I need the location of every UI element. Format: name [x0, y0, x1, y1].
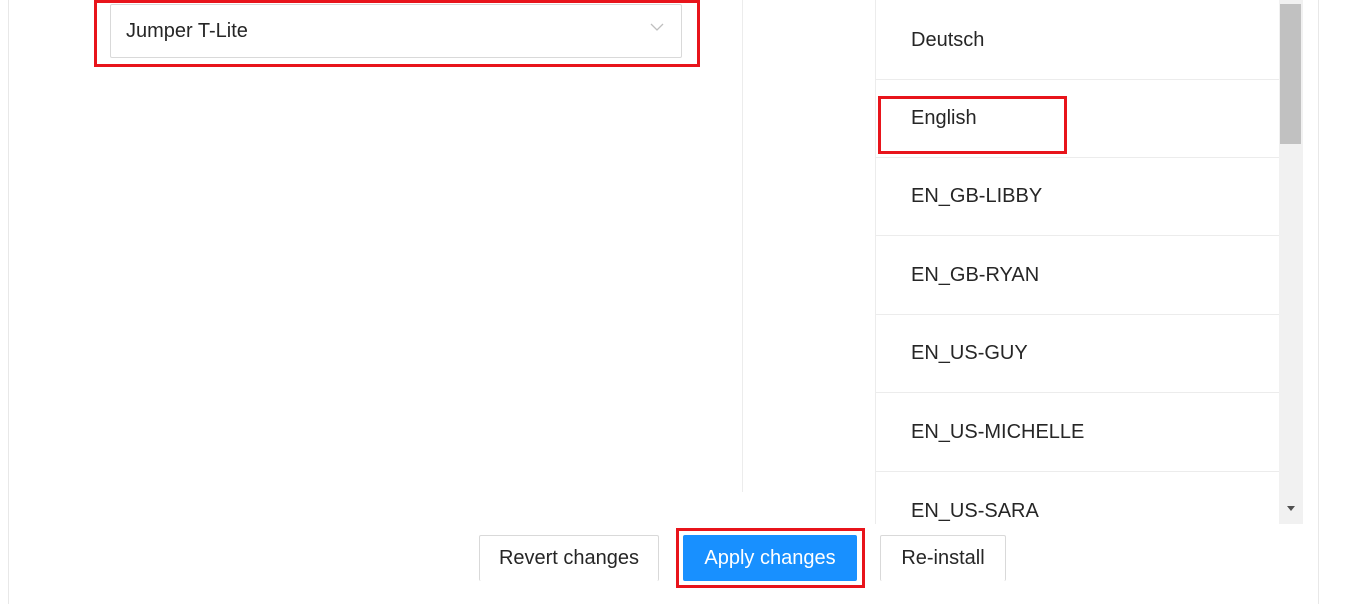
apply-changes-button[interactable]: Apply changes — [683, 535, 857, 581]
scrollbar-thumb[interactable] — [1280, 4, 1301, 144]
revert-changes-label: Revert changes — [498, 547, 640, 569]
radio-model-select[interactable]: Jumper T-Lite — [110, 4, 682, 58]
language-list[interactable]: Deutsch English EN_GB-LIBBY EN_GB-RYAN E… — [875, 0, 1279, 524]
apply-changes-label: Apply changes — [704, 546, 836, 569]
list-item-label: EN_GB-RYAN — [911, 264, 1040, 286]
list-item-label: EN_US-GUY — [911, 342, 1028, 364]
list-item-label: Deutsch — [911, 29, 985, 51]
panel-right-border — [1318, 0, 1319, 604]
list-item-en-us-michelle[interactable]: EN_US-MICHELLE — [876, 394, 1279, 472]
chevron-down-icon — [650, 23, 664, 31]
column-divider — [742, 0, 743, 492]
revert-changes-button[interactable]: Revert changes — [479, 535, 659, 581]
list-item-deutsch[interactable]: Deutsch — [876, 2, 1279, 80]
reinstall-button[interactable]: Re-install — [880, 535, 1006, 581]
panel-left-border — [8, 0, 9, 604]
scroll-down-arrow-icon[interactable] — [1285, 502, 1297, 514]
list-item-en-gb-ryan[interactable]: EN_GB-RYAN — [876, 237, 1279, 315]
list-item-label: EN_US-SARA — [911, 500, 1039, 522]
list-item-english[interactable]: English — [876, 80, 1279, 158]
list-item-en-us-guy[interactable]: EN_US-GUY — [876, 315, 1279, 393]
reinstall-label: Re-install — [901, 547, 985, 569]
page: Jumper T-Lite Deutsch English EN_GB-LIBB… — [0, 0, 1351, 604]
list-item-en-gb-libby[interactable]: EN_GB-LIBBY — [876, 158, 1279, 236]
list-item-label: EN_US-MICHELLE — [911, 421, 1085, 443]
list-item-label: English — [911, 107, 977, 129]
list-item-en-us-sara[interactable]: EN_US-SARA — [876, 473, 1279, 524]
list-item-label: EN_GB-LIBBY — [911, 185, 1043, 207]
select-value: Jumper T-Lite — [126, 19, 248, 42]
